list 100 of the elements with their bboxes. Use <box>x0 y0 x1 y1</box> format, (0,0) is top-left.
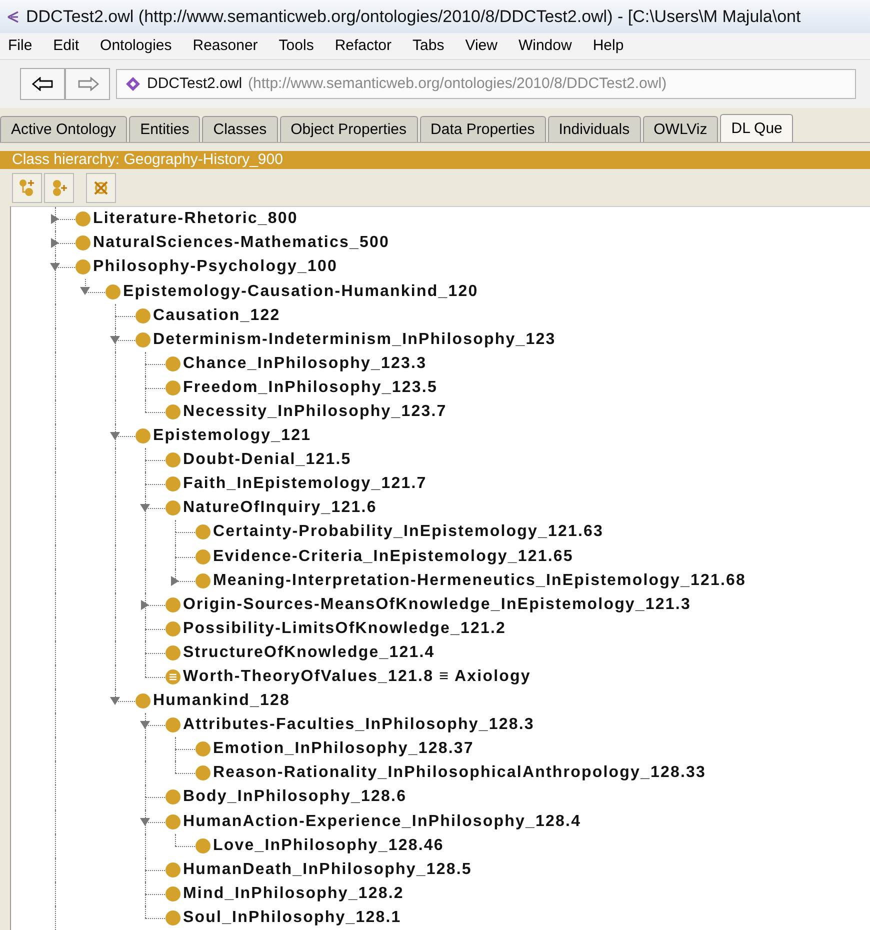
class-icon <box>165 452 181 468</box>
class-icon <box>165 789 181 806</box>
class-icon <box>195 524 211 540</box>
tab[interactable]: OWLViz <box>642 116 718 142</box>
class-icon <box>165 717 181 734</box>
class-icon <box>165 476 181 492</box>
class-name[interactable]: Meaning-Interpretation-Hermeneutics_InEpistemology_121.68 <box>213 572 746 590</box>
class-icon <box>75 235 91 252</box>
expander-icon[interactable] <box>139 598 151 611</box>
class-name[interactable]: Necessity_InPhilosophy_123.7 <box>183 402 447 421</box>
class-name[interactable]: HumanDeath_InPhilosophy_128.5 <box>183 860 472 879</box>
class-name[interactable]: Love_InPhilosophy_128.46 <box>213 836 444 855</box>
menu-item[interactable]: Tools <box>268 37 325 54</box>
ontology-icon <box>125 76 141 92</box>
class-name[interactable]: Emotion_InPhilosophy_128.37 <box>213 740 474 758</box>
class-icon <box>105 284 121 300</box>
class-icon <box>195 838 211 854</box>
menu-item[interactable]: File <box>0 37 44 54</box>
class-name[interactable]: Doubt-Denial_121.5 <box>183 451 352 470</box>
panel-header: Class hierarchy: Geography-History_900 <box>0 150 870 170</box>
forward-arrow-icon <box>76 76 98 91</box>
class-name[interactable]: Soul_InPhilosophy_128.1 <box>183 908 402 927</box>
class-icon <box>195 741 211 758</box>
class-name[interactable]: Certainty-Probability_InEpistemology_121.63 <box>213 523 604 542</box>
menu-item[interactable]: Edit <box>43 37 90 54</box>
class-name[interactable]: Determinism-Indeterminism_InPhilosophy_123 <box>153 330 556 349</box>
expander-icon[interactable] <box>139 719 151 732</box>
menu-item[interactable]: Tabs <box>402 37 456 54</box>
class-name[interactable]: Freedom_InPhilosophy_123.5 <box>183 378 438 397</box>
class-icon <box>135 428 151 444</box>
expander-icon[interactable] <box>109 695 121 708</box>
tab[interactable]: DL Que <box>720 114 794 142</box>
class-icon <box>165 814 181 830</box>
tab[interactable]: Classes <box>202 116 278 142</box>
class-icon <box>165 380 181 396</box>
menu-item[interactable]: Help <box>582 37 635 54</box>
expander-icon[interactable] <box>49 213 61 226</box>
class-name[interactable]: Possibility-LimitsOfKnowledge_121.2 <box>183 620 506 638</box>
delete-class-button[interactable] <box>86 172 116 203</box>
class-name[interactable]: Origin-Sources-MeansOfKnowledge_InEpistemology_121.3 <box>183 596 691 614</box>
class-name[interactable]: Faith_InEpistemology_121.7 <box>183 475 427 494</box>
class-name[interactable]: Epistemology_121 <box>153 427 312 446</box>
add-subclass-icon <box>17 178 37 198</box>
menu-item[interactable]: Window <box>508 37 583 54</box>
class-icon <box>165 644 181 661</box>
class-icon <box>165 500 181 516</box>
expander-icon[interactable] <box>49 261 61 274</box>
ontology-address-field[interactable]: DDCTest2.owl (http://www.semanticweb.org/ontologies/2010/8/DDCTest2.owl) <box>116 68 856 99</box>
expander-icon[interactable] <box>109 430 121 442</box>
expander-icon[interactable] <box>109 334 121 346</box>
class-icon <box>165 620 181 637</box>
class-name[interactable]: Worth-TheoryOfValues_121.8 ≡ Axiology <box>183 668 531 686</box>
expander-icon[interactable] <box>49 237 61 250</box>
class-icon <box>195 572 211 589</box>
tab[interactable]: Data Properties <box>420 116 546 142</box>
window-title: DDCTest2.owl (http://www.semanticweb.org/ontologies/2010/8/DDCTest2.owl) - [C:\Users\M Majula\ont <box>26 6 801 27</box>
class-name[interactable]: Epistemology-Causation-Humankind_120 <box>123 282 478 301</box>
class-icon <box>165 404 181 420</box>
back-arrow-icon <box>32 76 54 91</box>
class-icon <box>165 596 181 613</box>
back-button[interactable] <box>20 68 65 100</box>
class-icon <box>165 356 181 372</box>
class-name[interactable]: HumanAction-Experience_InPhilosophy_128.4 <box>183 812 582 831</box>
class-name[interactable]: Reason-Rationality_InPhilosophicalAnthropology_128.33 <box>213 764 706 782</box>
expander-icon[interactable] <box>139 502 151 514</box>
class-name[interactable]: NaturalSciences-Mathematics_500 <box>93 234 390 252</box>
class-name[interactable]: Literature-Rhetoric_800 <box>93 210 298 228</box>
class-icon <box>135 332 151 348</box>
class-icon <box>195 548 211 565</box>
app-icon <box>6 10 20 24</box>
class-icon <box>165 862 181 878</box>
class-icon <box>165 910 181 926</box>
class-icon <box>135 308 151 324</box>
menu-item[interactable]: View <box>455 37 508 54</box>
menu-item[interactable]: Refactor <box>324 37 403 54</box>
expander-icon[interactable] <box>169 574 181 587</box>
class-name[interactable]: Body_InPhilosophy_128.6 <box>183 788 407 806</box>
class-icon <box>195 765 211 782</box>
class-icon <box>165 886 181 902</box>
class-name[interactable]: Evidence-Criteria_InEpistemology_121.65 <box>213 548 574 566</box>
tab[interactable]: Entities <box>129 116 200 142</box>
class-name[interactable]: Humankind_128 <box>153 692 290 710</box>
class-name[interactable]: NatureOfInquiry_121.6 <box>183 499 377 518</box>
expander-icon[interactable] <box>79 285 91 298</box>
tab[interactable]: Active Ontology <box>0 116 128 142</box>
class-name[interactable]: Causation_122 <box>153 306 280 325</box>
expander-icon[interactable] <box>139 816 151 828</box>
class-icon <box>75 259 91 276</box>
class-name[interactable]: StructureOfKnowledge_121.4 <box>183 644 435 662</box>
defined-class-icon <box>165 669 181 686</box>
class-name[interactable]: Philosophy-Psychology_100 <box>93 258 338 276</box>
menu-item[interactable]: Ontologies <box>90 37 183 54</box>
class-name[interactable]: Chance_InPhilosophy_123.3 <box>183 354 427 373</box>
class-icon <box>75 211 91 228</box>
menu-item[interactable]: Reasoner <box>182 37 269 54</box>
tab[interactable]: Individuals <box>548 116 641 142</box>
class-name[interactable]: Attributes-Faculties_InPhilosophy_128.3 <box>183 716 534 734</box>
class-icon <box>135 693 151 710</box>
class-name[interactable]: Mind_InPhilosophy_128.2 <box>183 884 404 903</box>
tab[interactable]: Object Properties <box>280 116 418 142</box>
